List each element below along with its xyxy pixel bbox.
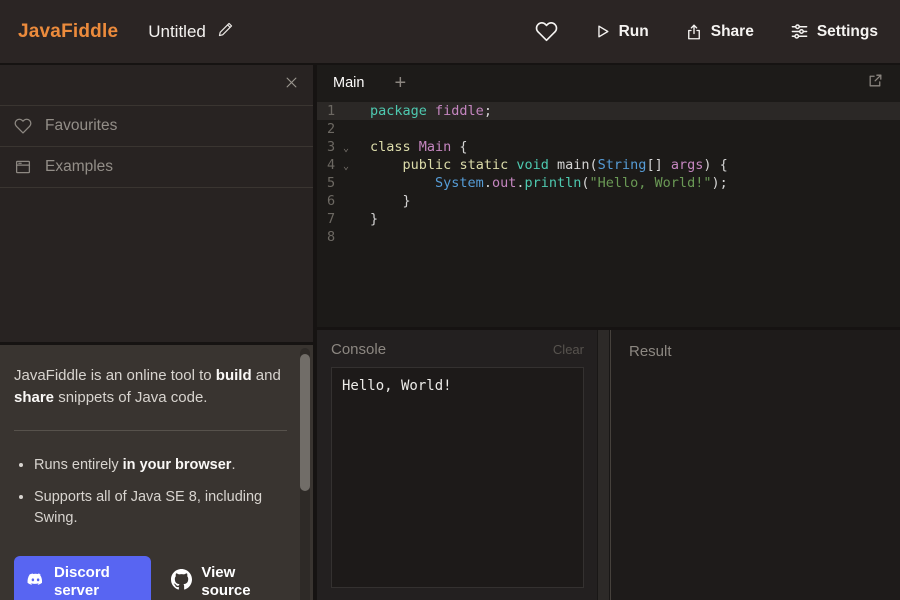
- console-panel: Console Clear Hello, World!: [317, 330, 597, 600]
- sliders-icon: [790, 22, 809, 41]
- sidebar-item-examples[interactable]: Examples: [0, 147, 313, 188]
- clear-console-button[interactable]: Clear: [553, 342, 584, 357]
- external-link-icon: [867, 72, 884, 94]
- discord-server-button[interactable]: Discord server: [14, 556, 151, 600]
- right-panel: Main + 1package fiddle;23⌄class Main {4⌄…: [317, 65, 900, 600]
- close-icon: [284, 75, 299, 95]
- document-title[interactable]: Untitled: [148, 22, 206, 42]
- fold-spacer: [343, 200, 359, 203]
- panel-splitter[interactable]: [597, 330, 610, 600]
- heart-icon: [535, 20, 558, 43]
- fold-spacer: [343, 110, 359, 113]
- code-line[interactable]: 5 System.out.println("Hello, World!");: [317, 174, 900, 192]
- play-icon: [594, 23, 611, 40]
- settings-label: Settings: [817, 23, 878, 41]
- code-text: public static void main(String[] args) {: [370, 157, 728, 173]
- code-text: System.out.println("Hello, World!");: [370, 175, 728, 191]
- line-number: 7: [327, 211, 343, 227]
- discord-button-label: Discord server: [54, 564, 141, 600]
- intro-text: JavaFiddle is an online tool to build an…: [14, 365, 282, 409]
- discord-icon: [26, 570, 45, 595]
- main-area: Favourites Examples JavaFiddle is an onli…: [0, 65, 900, 600]
- drawer-header: [0, 65, 313, 106]
- open-in-new-button[interactable]: [867, 72, 884, 94]
- line-number: 5: [327, 175, 343, 191]
- console-header: Console Clear: [331, 341, 584, 358]
- pencil-icon: [217, 21, 234, 43]
- scrollbar-track[interactable]: [300, 348, 310, 600]
- code-lines[interactable]: 1package fiddle;23⌄class Main {4⌄ public…: [317, 100, 900, 327]
- add-tab-button[interactable]: +: [394, 73, 406, 93]
- top-actions: Run Share Settings: [535, 20, 878, 43]
- close-drawer-button[interactable]: [282, 73, 301, 97]
- line-number: 4: [327, 157, 343, 173]
- drawer-items: Favourites Examples: [0, 106, 313, 188]
- javafiddle-app: JavaFiddle Untitled Run: [0, 0, 900, 600]
- sidebar-item-label: Favourites: [45, 117, 117, 135]
- brand-logo: JavaFiddle: [18, 21, 118, 43]
- line-number: 2: [327, 121, 343, 137]
- rename-button[interactable]: [217, 21, 234, 43]
- fold-spacer: [343, 236, 359, 239]
- sidebar-item-label: Examples: [45, 158, 113, 176]
- left-panel: Favourites Examples JavaFiddle is an onli…: [0, 65, 317, 600]
- code-line[interactable]: 2: [317, 120, 900, 138]
- code-line[interactable]: 7}: [317, 210, 900, 228]
- fold-spacer: [343, 182, 359, 185]
- feature-list: Runs entirely in your browser. Supports a…: [14, 455, 282, 529]
- code-text: }: [370, 211, 378, 227]
- fold-chevron-icon[interactable]: ⌄: [343, 159, 359, 172]
- top-bar: JavaFiddle Untitled Run: [0, 0, 900, 65]
- heart-icon: [14, 117, 32, 135]
- code-text: package fiddle;: [370, 103, 492, 119]
- share-label: Share: [711, 23, 754, 41]
- code-line[interactable]: 4⌄ public static void main(String[] args…: [317, 156, 900, 174]
- view-source-button[interactable]: View source: [171, 564, 287, 600]
- code-line[interactable]: 8: [317, 228, 900, 246]
- code-line[interactable]: 1 package fiddle;: [317, 102, 900, 120]
- result-title: Result: [629, 343, 672, 360]
- favourite-button[interactable]: [535, 20, 558, 43]
- archive-icon: [14, 158, 32, 176]
- settings-button[interactable]: Settings: [790, 22, 878, 41]
- code-text: }: [370, 193, 411, 209]
- line-number: 3: [327, 139, 343, 155]
- run-label: Run: [619, 23, 649, 41]
- code-line[interactable]: 6 }: [317, 192, 900, 210]
- line-number: 1: [327, 103, 343, 119]
- scrollbar-thumb[interactable]: [300, 354, 310, 491]
- drawer-panel: Favourites Examples: [0, 65, 313, 345]
- view-source-label: View source: [201, 564, 287, 600]
- code-editor: Main + 1package fiddle;23⌄class Main {4⌄…: [317, 65, 900, 330]
- share-button[interactable]: Share: [685, 23, 754, 41]
- feature-item: Supports all of Java SE 8, including Swi…: [34, 487, 282, 529]
- fold-spacer: [343, 218, 359, 221]
- fold-spacer: [343, 128, 359, 131]
- editor-tab-bar: Main +: [317, 65, 900, 100]
- console-title: Console: [331, 341, 386, 358]
- result-panel: Result: [610, 330, 900, 600]
- tab-main[interactable]: Main: [333, 75, 364, 91]
- divider: [14, 430, 287, 431]
- run-button[interactable]: Run: [594, 23, 649, 41]
- feature-item: Runs entirely in your browser.: [34, 455, 282, 476]
- share-icon: [685, 23, 703, 41]
- line-number: 6: [327, 193, 343, 209]
- github-icon: [171, 569, 192, 596]
- fold-chevron-icon[interactable]: ⌄: [343, 141, 359, 154]
- output-area: Console Clear Hello, World! Result: [317, 330, 900, 600]
- console-output: Hello, World!: [331, 367, 584, 588]
- info-panel: JavaFiddle is an online tool to build an…: [0, 345, 313, 600]
- code-line[interactable]: 3⌄ class Main {: [317, 138, 900, 156]
- info-buttons: Discord server View source: [14, 556, 287, 600]
- line-number: 8: [327, 229, 343, 245]
- sidebar-item-favourites[interactable]: Favourites: [0, 106, 313, 147]
- code-text: class Main {: [370, 139, 468, 155]
